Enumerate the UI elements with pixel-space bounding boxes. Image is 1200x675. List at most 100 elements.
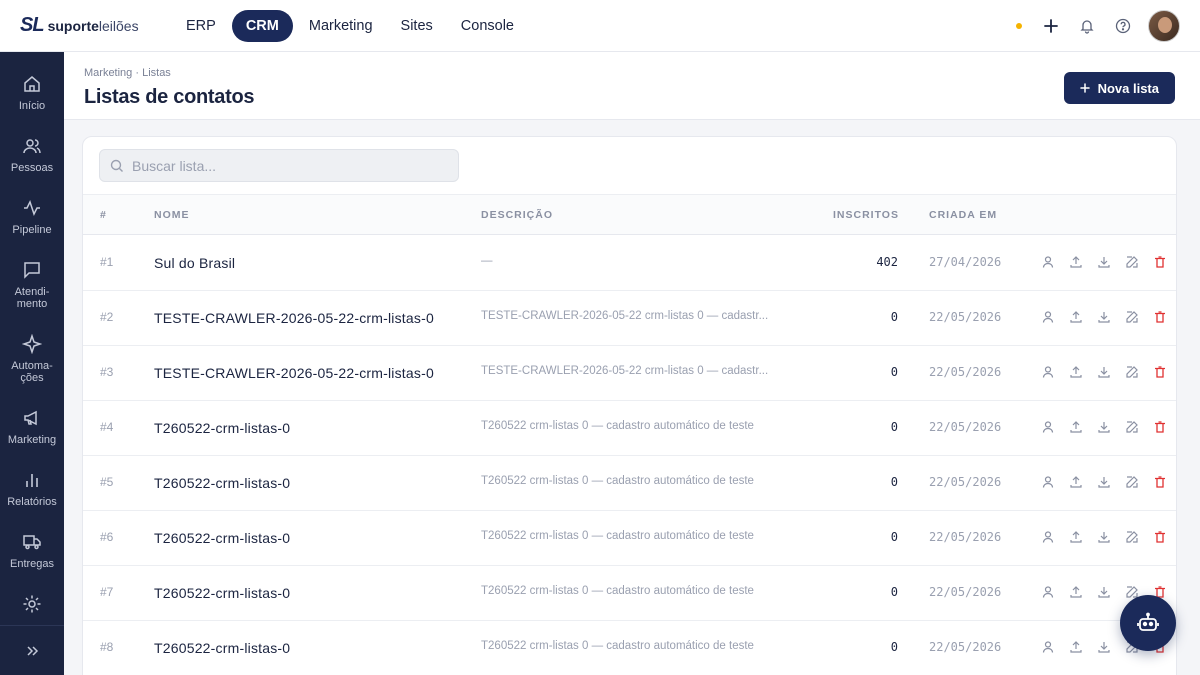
nav-sites[interactable]: Sites <box>389 10 445 42</box>
row-created-date: 22/05/2026 <box>929 475 1002 489</box>
bell-icon[interactable] <box>1076 15 1098 37</box>
nav-crm[interactable]: CRM <box>231 10 293 42</box>
nav-console[interactable]: Console <box>449 10 526 42</box>
sidebar-item-settings[interactable] <box>0 594 64 614</box>
nav-marketing[interactable]: Marketing <box>297 10 385 42</box>
row-subscribers: 0 <box>890 365 898 379</box>
person-icon[interactable] <box>1040 474 1056 490</box>
sidebar-item-atendimento[interactable]: Atendi-mento <box>0 260 64 310</box>
user-avatar[interactable] <box>1148 10 1180 42</box>
new-list-button[interactable]: Nova lista <box>1063 72 1175 104</box>
sidebar-item-label: Atendi-mento <box>14 286 50 310</box>
row-index: #4 <box>100 420 114 434</box>
download-icon[interactable] <box>1096 584 1112 600</box>
sidebar-item-relatorios[interactable]: Relatórios <box>0 470 64 508</box>
upload-icon[interactable] <box>1068 584 1084 600</box>
row-description: TESTE-CRAWLER-2026-05-22 crm-listas 0 — … <box>481 365 769 377</box>
download-icon[interactable] <box>1096 639 1112 655</box>
row-subscribers: 0 <box>890 585 898 599</box>
bar-chart-icon <box>26 474 38 487</box>
search-icon <box>110 159 123 172</box>
row-index: #3 <box>100 365 114 379</box>
table-row[interactable]: #5 T260522-crm-listas-0 T260522 crm-listas… <box>83 456 1176 511</box>
chevrons-right-icon <box>27 645 39 656</box>
table-row[interactable]: #3 TESTE-CRAWLER-2026-05-22-crm-listas-0 T… <box>83 346 1176 401</box>
help-icon[interactable] <box>1112 15 1134 37</box>
table-row[interactable]: #8 T260522-crm-listas-0 T260522 crm-listas… <box>83 621 1176 675</box>
download-icon[interactable] <box>1096 364 1112 380</box>
upload-icon[interactable] <box>1068 309 1084 325</box>
table-row[interactable]: #1 Sul do Brasil — 402 27/04/2026 <box>83 236 1176 291</box>
edit-icon[interactable] <box>1124 309 1140 325</box>
megaphone-icon <box>24 410 37 426</box>
upload-icon[interactable] <box>1068 419 1084 435</box>
people-icon <box>23 139 41 154</box>
brand-logo[interactable]: SL suporte leilões <box>20 14 139 37</box>
sidebar-item-automacoes[interactable]: Automa-ções <box>0 334 64 384</box>
edit-icon[interactable] <box>1124 529 1140 545</box>
edit-icon[interactable] <box>1124 254 1140 270</box>
chat-icon <box>24 262 40 279</box>
delete-icon[interactable] <box>1152 254 1168 270</box>
delete-icon[interactable] <box>1152 309 1168 325</box>
delete-icon[interactable] <box>1152 474 1168 490</box>
upload-icon[interactable] <box>1068 364 1084 380</box>
upload-icon[interactable] <box>1068 254 1084 270</box>
upload-icon[interactable] <box>1068 639 1084 655</box>
person-icon[interactable] <box>1040 309 1056 325</box>
row-index: #8 <box>100 640 114 654</box>
row-name[interactable]: T260522-crm-listas-0 <box>154 640 290 656</box>
row-name[interactable]: TESTE-CRAWLER-2026-05-22-crm-listas-0 <box>154 365 434 381</box>
table-row[interactable]: #6 T260522-crm-listas-0 T260522 crm-listas… <box>83 511 1176 566</box>
row-name[interactable]: T260522-crm-listas-0 <box>154 585 290 601</box>
breadcrumb: Marketing · Listas <box>84 67 171 79</box>
person-icon[interactable] <box>1040 639 1056 655</box>
download-icon[interactable] <box>1096 419 1112 435</box>
row-name[interactable]: T260522-crm-listas-0 <box>154 420 290 436</box>
sidebar-item-label: Pessoas <box>10 162 54 174</box>
sidebar-item-entregas[interactable]: Entregas <box>0 532 64 570</box>
delete-icon[interactable] <box>1152 419 1168 435</box>
row-created-date: 22/05/2026 <box>929 585 1002 599</box>
delete-icon[interactable] <box>1152 529 1168 545</box>
plus-icon[interactable] <box>1040 15 1062 37</box>
download-icon[interactable] <box>1096 309 1112 325</box>
sidebar-item-inicio[interactable]: Início <box>0 74 64 112</box>
delete-icon[interactable] <box>1152 364 1168 380</box>
sidebar-collapse-button[interactable] <box>0 625 64 675</box>
upload-icon[interactable] <box>1068 529 1084 545</box>
nav-erp[interactable]: ERP <box>174 10 228 42</box>
upload-icon[interactable] <box>1068 474 1084 490</box>
sidebar-item-pessoas[interactable]: Pessoas <box>0 136 64 174</box>
table-row[interactable]: #7 T260522-crm-listas-0 T260522 crm-listas… <box>83 566 1176 621</box>
brand-word-bold: suporte <box>47 17 99 34</box>
person-icon[interactable] <box>1040 419 1056 435</box>
download-icon[interactable] <box>1096 254 1112 270</box>
sidebar-item-label: Pipeline <box>12 224 52 236</box>
person-icon[interactable] <box>1040 364 1056 380</box>
download-icon[interactable] <box>1096 529 1112 545</box>
person-icon[interactable] <box>1040 529 1056 545</box>
person-icon[interactable] <box>1040 584 1056 600</box>
download-icon[interactable] <box>1096 474 1112 490</box>
row-name[interactable]: T260522-crm-listas-0 <box>154 475 290 491</box>
assistant-button[interactable] <box>1120 595 1176 651</box>
edit-icon[interactable] <box>1124 474 1140 490</box>
row-index: #2 <box>100 310 114 324</box>
row-name[interactable]: T260522-crm-listas-0 <box>154 530 290 546</box>
row-name[interactable]: Sul do Brasil <box>154 255 235 271</box>
edit-icon[interactable] <box>1124 364 1140 380</box>
edit-icon[interactable] <box>1124 419 1140 435</box>
row-subscribers: 0 <box>890 475 898 489</box>
person-icon[interactable] <box>1040 254 1056 270</box>
search-input[interactable] <box>132 157 432 174</box>
sidebar-item-pipeline[interactable]: Pipeline <box>0 198 64 236</box>
lists-card: # NOME DESCRIÇÃO INSCRITOS CRIADA EM #1 S… <box>82 136 1177 675</box>
table-row[interactable]: #4 T260522-crm-listas-0 T260522 crm-listas… <box>83 401 1176 456</box>
sidebar-item-marketing[interactable]: Marketing <box>0 408 64 446</box>
row-created-date: 27/04/2026 <box>929 255 1002 269</box>
page-header: Marketing · Listas Listas de contatos No… <box>64 52 1200 120</box>
row-name[interactable]: TESTE-CRAWLER-2026-05-22-crm-listas-0 <box>154 310 434 326</box>
sparkle-icon <box>22 334 42 354</box>
table-row[interactable]: #2 TESTE-CRAWLER-2026-05-22-crm-listas-0 T… <box>83 291 1176 346</box>
